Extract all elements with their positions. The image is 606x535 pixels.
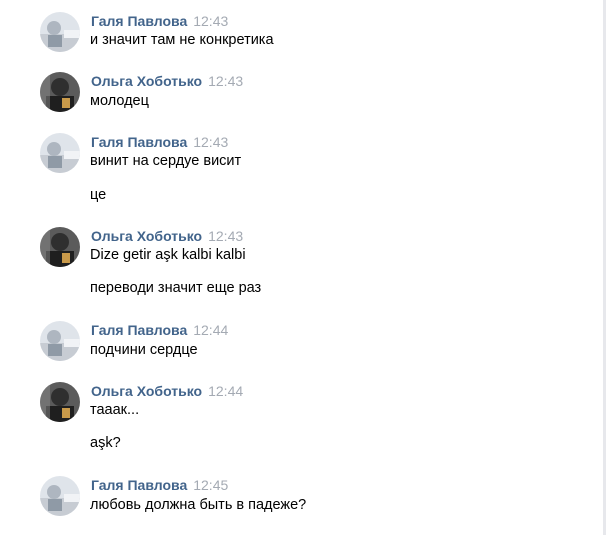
avatar[interactable] [40,321,80,361]
message-text: тааак... [90,402,140,418]
avatar[interactable] [40,227,80,267]
user-photo-dark-icon [40,227,80,267]
author-name[interactable]: Галя Павлова [91,13,187,29]
message-time[interactable]: 12:43 [193,13,228,29]
message-text: переводи значит еще раз [90,280,262,296]
user-photo-dark-icon [40,382,80,422]
avatar[interactable] [40,12,80,52]
author-name[interactable]: Галя Павлова [91,322,187,338]
user-photo-light-icon [40,133,80,173]
message-text: и значит там не конкретика [90,32,274,48]
author-name[interactable]: Галя Павлова [91,477,187,493]
message-text: винит на сердуе висит [90,153,242,169]
author-name[interactable]: Ольга Хоботько [91,228,202,244]
user-photo-light-icon [40,12,80,52]
user-photo-light-icon [40,321,80,361]
message-time[interactable]: 12:43 [193,134,228,150]
message-text: це [90,187,107,203]
avatar[interactable] [40,133,80,173]
message-text: подчини сердце [90,342,198,358]
author-name[interactable]: Ольга Хоботько [91,383,202,399]
user-photo-dark-icon [40,72,80,112]
message-time[interactable]: 12:44 [208,383,243,399]
message-text: молодец [90,93,149,109]
author-name[interactable]: Галя Павлова [91,134,187,150]
user-photo-light-icon [40,476,80,516]
avatar[interactable] [40,382,80,422]
message-text: aşk? [90,435,121,451]
avatar[interactable] [40,72,80,112]
message-time[interactable]: 12:45 [193,477,228,493]
message-time[interactable]: 12:43 [208,73,243,89]
message-text: любовь должна быть в падеже? [90,497,307,513]
avatar[interactable] [40,476,80,516]
message-text: Dize getir aşk kalbi kalbi [90,247,246,263]
author-name[interactable]: Ольга Хоботько [91,73,202,89]
message-time[interactable]: 12:44 [193,322,228,338]
message-time[interactable]: 12:43 [208,228,243,244]
